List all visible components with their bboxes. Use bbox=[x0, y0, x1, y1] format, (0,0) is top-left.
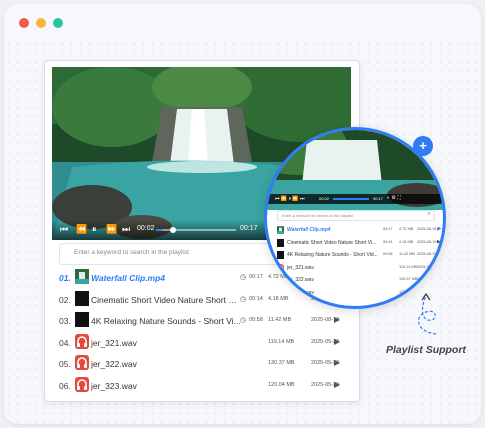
playlist-row[interactable]: 06. jer_323.wav 120.04 MB 2025-05-29 ▶ bbox=[59, 375, 349, 395]
play-icon[interactable]: ▶ bbox=[437, 276, 441, 282]
zoom-current-time: 00:02 bbox=[319, 196, 330, 201]
track-name: Waterfall Clip.mp4 bbox=[287, 227, 331, 233]
zoom-playlist-row[interactable]: jer_322.wav 130.37 MB 2025-05-29 ▶ bbox=[277, 275, 441, 287]
track-date: 2025-05-29 bbox=[417, 277, 437, 281]
headphones-icon bbox=[277, 276, 284, 284]
zoom-play-controls-icon[interactable]: ⏮ ⏪ ⏸ ⏩ ⏭ bbox=[275, 196, 305, 202]
track-size: 4.72 MB bbox=[399, 227, 414, 231]
track-size: 130.37 MB bbox=[399, 277, 418, 281]
play-icon[interactable]: ▶ bbox=[437, 239, 441, 245]
play-icon[interactable]: ▶ bbox=[334, 358, 340, 367]
track-duration: 00:14 bbox=[249, 295, 263, 302]
zoom-playlist-row[interactable]: Cinematic Short Video Nature Short Vi...… bbox=[277, 238, 441, 250]
headphones-icon bbox=[75, 333, 89, 349]
track-number: 06. bbox=[59, 380, 71, 391]
track-name: jer_321.wav bbox=[91, 337, 137, 348]
zoom-search-input[interactable]: Enter a keyword to search in the playlis… bbox=[277, 210, 435, 221]
zoom-video-controls: ⏮ ⏪ ⏸ ⏩ ⏭ 00:02 00:17 ◐ ⚙ ⛶ bbox=[267, 194, 443, 204]
headphones-icon bbox=[75, 376, 89, 392]
playlist-row[interactable]: 04. jer_321.wav 119.14 MB 2025-05-29 ▶ bbox=[59, 332, 349, 352]
add-to-playlist-button[interactable]: + bbox=[413, 136, 433, 156]
seek-bar[interactable] bbox=[156, 227, 236, 233]
track-name: Cinematic Short Video Nature Short Vi... bbox=[287, 239, 377, 246]
zoom-search-placeholder: Enter a keyword to search in the playlis… bbox=[282, 213, 353, 218]
track-size: 11.42 MB bbox=[268, 317, 292, 323]
headphones-icon bbox=[277, 288, 284, 297]
zoom-playlist-row[interactable]: Waterfall Clip.mp4 00:17 4.72 MB 2025-08-19… bbox=[277, 225, 441, 237]
rewind-icon[interactable]: ⏪ bbox=[76, 224, 87, 234]
track-name: jer_323.wav bbox=[287, 289, 314, 296]
pause-icon[interactable]: ⏸ bbox=[92, 224, 97, 234]
play-icon[interactable]: ▶ bbox=[334, 315, 340, 324]
track-duration: 00:58 bbox=[249, 317, 263, 323]
track-number: 02. bbox=[59, 294, 71, 305]
track-size: 120.04 MB bbox=[268, 381, 295, 388]
track-size: 130.37 MB bbox=[268, 360, 295, 366]
track-number: 03. bbox=[59, 316, 71, 326]
track-number: 01. bbox=[59, 273, 71, 283]
fast-forward-icon[interactable]: ⏩ bbox=[106, 224, 117, 234]
track-duration: 00:17 bbox=[383, 227, 393, 231]
track-name: jer_322.wav bbox=[91, 359, 137, 369]
track-number: 04. bbox=[59, 337, 71, 348]
track-date: 2025-08-19 bbox=[417, 227, 437, 231]
close-window-button[interactable] bbox=[19, 18, 29, 28]
track-name: jer_323.wav bbox=[91, 380, 137, 391]
track-date: 2025-05-29 bbox=[417, 264, 437, 269]
zoom-end-time: 00:17 bbox=[373, 196, 384, 201]
zoom-playlist-row[interactable]: 4K Relaxing Nature Sounds - Short Vid...… bbox=[277, 250, 441, 262]
curved-arrow-icon bbox=[418, 292, 437, 335]
video-thumbnail bbox=[277, 251, 284, 259]
track-name: jer_322.wav bbox=[287, 277, 314, 283]
clock-icon: ◷ bbox=[240, 317, 247, 324]
track-name: jer_321.wav bbox=[287, 264, 314, 271]
track-name: Waterfall Clip.mp4 bbox=[91, 273, 165, 283]
play-icon[interactable]: ▶ bbox=[437, 226, 441, 232]
track-size: 119.14 MB bbox=[268, 338, 295, 345]
end-time: 00:17 bbox=[240, 225, 258, 232]
maximize-window-button[interactable] bbox=[53, 18, 63, 28]
video-thumbnail bbox=[277, 226, 284, 234]
video-thumbnail bbox=[75, 312, 89, 327]
track-date: 2025-08-19 bbox=[417, 239, 437, 244]
search-placeholder: Enter a keyword to search in the playlis… bbox=[74, 249, 189, 256]
current-time: 00:02 bbox=[137, 225, 155, 232]
title-bar bbox=[4, 4, 481, 40]
play-icon[interactable]: ▶ bbox=[437, 264, 441, 270]
track-duration: 00:17 bbox=[249, 274, 263, 280]
zoom-settings-icon[interactable]: ◐ ⚙ ⛶ bbox=[387, 195, 401, 201]
track-name: 4K Relaxing Nature Sounds - Short Vid... bbox=[287, 252, 378, 258]
skip-forward-icon[interactable]: ⏭ bbox=[122, 224, 130, 234]
feature-caption: Playlist Support bbox=[386, 344, 466, 356]
track-name: Cinematic Short Video Nature Short Vi... bbox=[91, 294, 241, 305]
track-size: 119.14 MB bbox=[399, 264, 418, 269]
headphones-icon bbox=[75, 355, 89, 370]
playlist-row[interactable]: 05. jer_322.wav 130.37 MB 2025-05-29 ▶ bbox=[59, 353, 349, 373]
track-size: 4.18 MB bbox=[399, 239, 414, 244]
play-icon[interactable]: ▶ bbox=[334, 337, 340, 346]
clock-icon: ◷ bbox=[240, 295, 247, 303]
seek-handle[interactable] bbox=[170, 227, 176, 233]
zoom-seek-bar[interactable] bbox=[333, 198, 369, 200]
zoom-playlist-row[interactable]: jer_321.wav 119.14 MB 2025-05-29 ▶ bbox=[277, 263, 441, 275]
video-thumbnail bbox=[75, 290, 89, 306]
play-icon[interactable]: ▶ bbox=[334, 380, 340, 389]
track-number: 05. bbox=[59, 359, 71, 369]
track-duration: 00:14 bbox=[383, 239, 393, 244]
video-thumbnail bbox=[277, 238, 284, 247]
minimize-window-button[interactable] bbox=[36, 18, 46, 28]
seek-bar-fill bbox=[156, 229, 163, 231]
headphones-icon bbox=[277, 263, 284, 272]
track-name: 4K Relaxing Nature Sounds - Short Vi... bbox=[91, 316, 241, 326]
skip-back-icon[interactable]: ⏮ bbox=[60, 224, 68, 234]
track-date: 2025-08-19 bbox=[417, 252, 437, 256]
play-icon[interactable]: ▶ bbox=[437, 251, 441, 257]
video-thumbnail bbox=[75, 269, 89, 284]
track-duration: 00:58 bbox=[383, 252, 393, 256]
track-size: 11.42 MB bbox=[399, 252, 415, 256]
zoom-search-icon[interactable]: ⌕ bbox=[428, 211, 431, 218]
playlist-row[interactable]: 03. 4K Relaxing Nature Sounds - Short Vi.… bbox=[59, 310, 349, 330]
clock-icon: ◷ bbox=[240, 274, 247, 281]
